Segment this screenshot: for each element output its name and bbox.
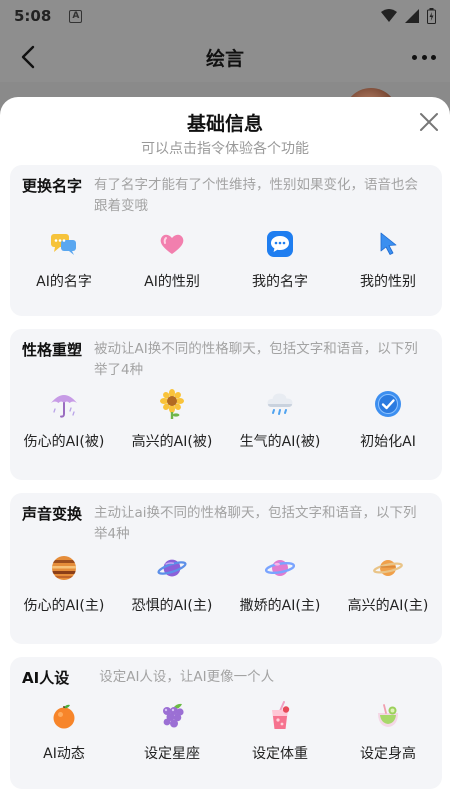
sheet-title: 基础信息 [186,113,263,135]
command-label: 设定身高 [360,746,416,762]
command-label: 高兴的AI(主) [347,598,429,614]
command-label: 设定星座 [144,746,200,762]
command-set-zodiac[interactable]: 设定星座 [120,701,225,763]
command-label: 我的名字 [252,274,308,290]
planet-purple-icon [157,553,187,583]
command-happy-ai-active[interactable]: 高兴的AI(主) [336,553,441,615]
wifi-icon [381,9,397,22]
command-label: AI动态 [43,746,85,762]
command-angry-ai-passive[interactable]: 生气的AI(被) [228,389,333,451]
battery-icon [427,8,436,24]
command-label: 伤心的AI(被) [23,434,105,450]
command-sad-ai-active[interactable]: 伤心的AI(主) [12,553,117,615]
sunflower-icon [157,389,187,419]
close-icon[interactable] [418,111,440,133]
command-label: 我的性别 [360,274,416,290]
command-label: 伤心的AI(主) [23,598,105,614]
section-voice: 声音变换 主动让ai换不同的性格聊天，包括文字和语音，以下列举4种 伤心的AI(… [10,493,442,644]
fruit-cup-icon [373,701,403,731]
umbrella-icon [49,389,79,419]
command-label: 生气的AI(被) [239,434,321,450]
drink-icon [265,701,295,731]
section-description: 有了名字才能有了个性维持，性别如果变化，语音也会跟着变哦 [94,177,419,214]
sheet-subtitle: 可以点击指令体验各个功能 [141,141,309,157]
more-options-icon[interactable] [410,44,438,70]
status-bar: 5:08 A [0,0,450,32]
status-time: 5:08 [14,7,52,25]
command-reset-ai[interactable]: 初始化AI [336,389,441,451]
storm-cloud-icon [265,389,295,419]
command-label: 高兴的AI(被) [131,434,213,450]
command-cute-ai-active[interactable]: 撒娇的AI(主) [228,553,333,615]
command-my-gender[interactable]: 我的性别 [336,229,441,291]
planet-jupiter-icon [49,553,79,583]
chat-bubbles-icon [49,229,79,259]
status-indicator: A [69,9,83,23]
section-description: 被动让AI换不同的性格聊天，包括文字和语音，以下列举了4种 [94,341,418,378]
status-icons [381,8,436,24]
section-title: 更换名字 [22,177,83,195]
command-my-name[interactable]: 我的名字 [228,229,333,291]
command-happy-ai-passive[interactable]: 高兴的AI(被) [120,389,225,451]
grapes-icon [157,701,187,731]
section-title: 性格重塑 [22,341,83,359]
command-ai-name[interactable]: AI的名字 [12,229,117,291]
planet-saturn-icon [373,553,403,583]
cursor-icon [373,229,403,259]
section-description: 主动让ai换不同的性格聊天，包括文字和语音，以下列举4种 [94,505,417,542]
command-label: 恐惧的AI(主) [131,598,213,614]
page-title: 绘言 [205,47,244,70]
section-title: AI人设 [22,669,70,687]
message-icon [265,229,295,259]
command-ai-moments[interactable]: AI动态 [12,701,117,763]
back-arrow-icon[interactable] [16,44,42,70]
command-label: 撒娇的AI(主) [239,598,321,614]
command-label: AI的性别 [144,274,200,290]
bottom-sheet: 基础信息 可以点击指令体验各个功能 更换名字 有了名字才能有了个性维持，性别如果… [0,97,450,800]
section-description: 设定AI人设，让AI更像一个人 [99,669,275,685]
command-fear-ai-active[interactable]: 恐惧的AI(主) [120,553,225,615]
command-label: AI的名字 [36,274,92,290]
command-label: 初始化AI [360,434,416,450]
app-header: 绘言 [0,32,450,82]
section-persona: AI人设 设定AI人设，让AI更像一个人 AI动态 设定星座 设定体重 设定身高 [10,657,442,789]
command-set-weight[interactable]: 设定体重 [228,701,333,763]
section-personality: 性格重塑 被动让AI换不同的性格聊天，包括文字和语音，以下列举了4种 伤心的AI… [10,329,442,480]
section-rename: 更换名字 有了名字才能有了个性维持，性别如果变化，语音也会跟着变哦 AI的名字 … [10,165,442,316]
signal-icon [405,9,419,23]
orange-icon [49,701,79,731]
command-set-height[interactable]: 设定身高 [336,701,441,763]
section-title: 声音变换 [22,505,83,523]
command-sad-ai-passive[interactable]: 伤心的AI(被) [12,389,117,451]
heart-icon [157,229,187,259]
check-badge-icon [373,389,403,419]
command-ai-gender[interactable]: AI的性别 [120,229,225,291]
command-label: 设定体重 [252,746,308,762]
planet-pink-icon [265,553,295,583]
